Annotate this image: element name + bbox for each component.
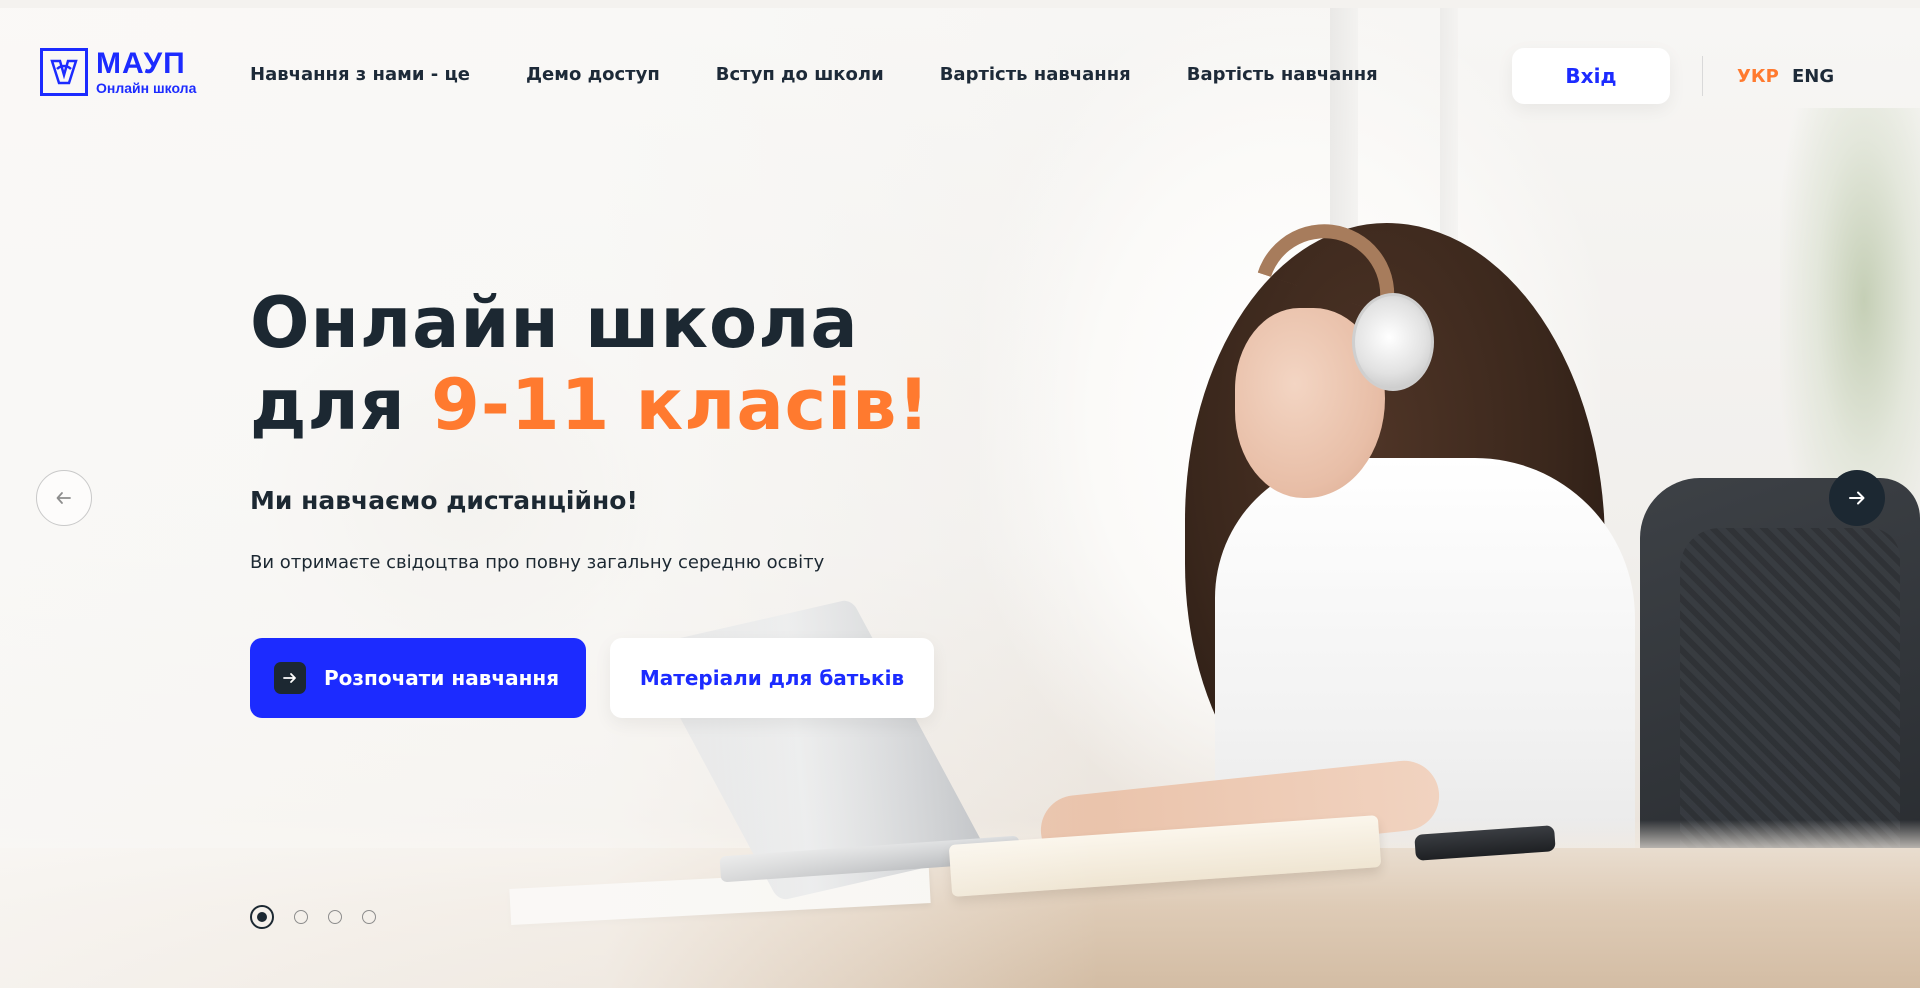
nav-item-pricing[interactable]: Вартість навчання xyxy=(940,64,1131,85)
nav-item-admission[interactable]: Вступ до школи xyxy=(716,64,884,85)
lang-ukr[interactable]: УКР xyxy=(1737,66,1779,87)
arrow-left-icon xyxy=(56,492,71,504)
slider-dot-2[interactable] xyxy=(294,910,308,924)
headphones-cup xyxy=(1352,293,1434,391)
start-learning-button[interactable]: Розпочати навчання xyxy=(250,638,586,718)
slider-dot-1[interactable] xyxy=(250,905,274,929)
header-divider xyxy=(1702,56,1703,96)
maup-logo-icon xyxy=(40,48,88,96)
slider-dot-3[interactable] xyxy=(328,910,342,924)
start-learning-label: Розпочати навчання xyxy=(324,666,560,690)
hero-title-line1: Онлайн школа xyxy=(250,282,859,364)
parents-materials-button[interactable]: Матеріали для батьків xyxy=(610,638,934,718)
lang-eng[interactable]: ENG xyxy=(1792,66,1834,87)
slider-prev-button[interactable] xyxy=(36,470,92,526)
hero-description: Ви отримаєте свідоцтва про повну загальн… xyxy=(250,552,825,573)
login-button[interactable]: Вхід xyxy=(1512,48,1670,104)
hero-title-prefix: для xyxy=(250,364,432,446)
nav-item-demo[interactable]: Демо доступ xyxy=(526,64,660,85)
arrow-right-icon xyxy=(274,662,306,694)
logo-title: МАУП xyxy=(96,47,186,80)
arrow-right-icon xyxy=(1849,491,1865,505)
hero-title: Онлайн школа для 9-11 класів! xyxy=(250,282,930,446)
logo[interactable]: МАУП Онлайн школа xyxy=(40,48,196,96)
logo-subtitle: Онлайн школа xyxy=(96,80,197,96)
slider-next-button[interactable] xyxy=(1829,470,1885,526)
hero-title-accent: 9-11 класів! xyxy=(431,364,931,446)
site-header: МАУП Онлайн школа Навчання з нами - це Д… xyxy=(0,0,1920,140)
hero-subtitle: Ми навчаємо дистанційно! xyxy=(250,486,638,515)
nav-item-about[interactable]: Навчання з нами - це xyxy=(250,64,470,85)
main-nav: Навчання з нами - це Демо доступ Вступ д… xyxy=(250,64,1378,85)
nav-item-pricing-2[interactable]: Вартість навчання xyxy=(1187,64,1378,85)
slider-dots xyxy=(250,905,376,929)
slider-dot-4[interactable] xyxy=(362,910,376,924)
